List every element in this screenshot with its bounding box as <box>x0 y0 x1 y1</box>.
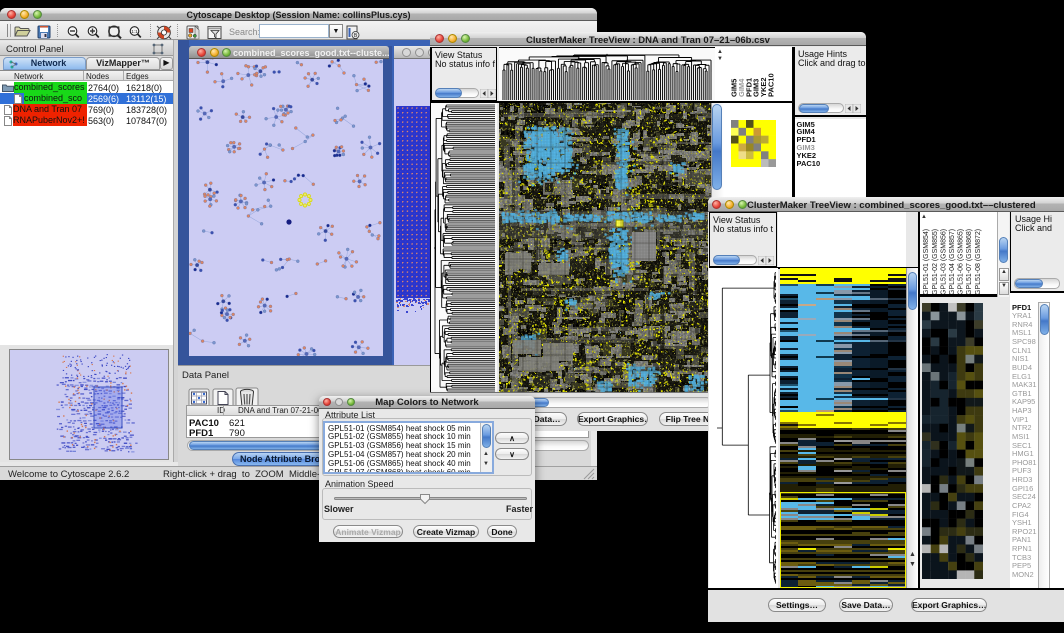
svg-text:GPL51-06 (GSM865): GPL51-06 (GSM865) <box>958 229 965 295</box>
svg-text:GPL51-01 (GSM854): GPL51-01 (GSM854) <box>923 229 930 295</box>
svg-text:▲: ▲ <box>921 214 927 220</box>
svg-text:GPL51-03 (GSM856): GPL51-03 (GSM856) <box>940 229 947 295</box>
svg-text:GPL51-02 (GSM855): GPL51-02 (GSM855) <box>932 229 939 295</box>
svg-text:1:1: 1:1 <box>131 29 138 34</box>
svg-text:GPL51-07 (GSM868): GPL51-07 (GSM868) <box>966 229 973 295</box>
svg-text:GPL51-04 (GSM857): GPL51-04 (GSM857) <box>949 229 956 295</box>
svg-text:GPL51-08 (GSM872): GPL51-08 (GSM872) <box>975 229 982 295</box>
svg-text:PAC10: PAC10 <box>767 73 776 97</box>
